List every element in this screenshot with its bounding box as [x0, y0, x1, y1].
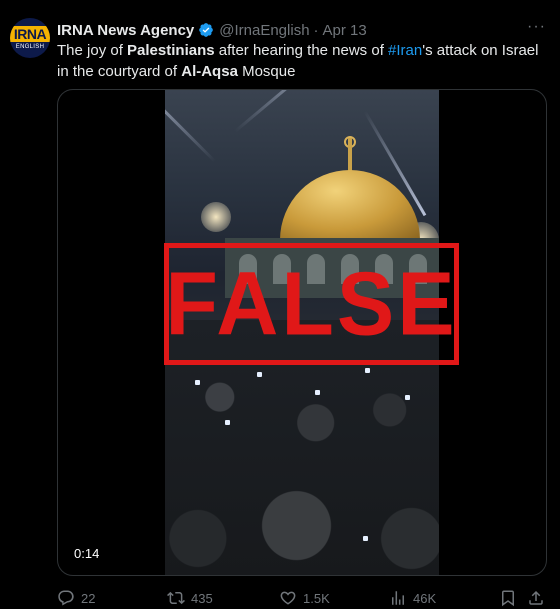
tweet-actions: 22 435 1.5K 46K: [57, 589, 547, 609]
avatar-logo-text: IRNA: [10, 26, 50, 42]
like-button[interactable]: 1.5K: [279, 589, 330, 607]
light-beam: [165, 90, 217, 163]
author-name[interactable]: IRNA News Agency: [57, 22, 194, 39]
reply-button[interactable]: 22: [57, 589, 95, 607]
tweet-date[interactable]: Apr 13: [323, 22, 367, 39]
tweet-header: IRNA News Agency @IrnaEnglish · Apr 13: [57, 20, 367, 40]
reply-icon: [58, 590, 74, 606]
share-icon: [529, 590, 543, 605]
phone-light: [365, 368, 370, 373]
phone-light: [257, 372, 262, 377]
separator-dot: ·: [313, 21, 319, 39]
avatar[interactable]: IRNA ENGLISH: [10, 18, 50, 58]
bookmark-button[interactable]: [499, 589, 517, 607]
tweet-text-bold: Al-Aqsa: [181, 63, 238, 80]
tweet-text-bold: Palestinians: [127, 42, 215, 59]
light-beam: [234, 90, 351, 133]
views-count: 46K: [413, 590, 437, 606]
avatar-logo-subtext: ENGLISH: [15, 44, 45, 50]
views-button[interactable]: 46K: [389, 589, 436, 607]
tweet-text-part: The joy of: [57, 42, 128, 59]
false-stamp: FALSE: [164, 243, 459, 365]
like-count: 1.5K: [303, 590, 330, 606]
bookmark-icon: [502, 590, 514, 607]
video-duration: 0:14: [68, 544, 106, 563]
more-icon[interactable]: ···: [527, 18, 546, 36]
like-icon: [280, 591, 296, 605]
phone-light: [195, 380, 200, 385]
phone-light: [405, 395, 410, 400]
reply-count: 22: [81, 590, 96, 606]
phone-light: [225, 420, 230, 425]
repost-icon: [167, 591, 185, 605]
share-button[interactable]: [527, 589, 545, 607]
dome-spire: [348, 138, 352, 172]
stadium-light: [201, 202, 231, 232]
repost-button[interactable]: 435: [167, 589, 213, 607]
hashtag-link[interactable]: #Iran: [388, 42, 422, 59]
phone-light: [363, 536, 368, 541]
tweet-text-part: Mosque: [237, 63, 296, 80]
golden-dome: [280, 170, 420, 240]
repost-count: 435: [191, 590, 213, 606]
author-handle[interactable]: @IrnaEnglish: [219, 22, 309, 39]
views-icon: [392, 591, 404, 605]
tweet-text: The joy of Palestinians after hearing th…: [57, 40, 547, 82]
tweet-text-part: after hearing the news of: [214, 42, 389, 59]
phone-light: [315, 390, 320, 395]
false-stamp-text: FALSE: [165, 253, 458, 355]
verified-badge-icon: [199, 23, 214, 37]
